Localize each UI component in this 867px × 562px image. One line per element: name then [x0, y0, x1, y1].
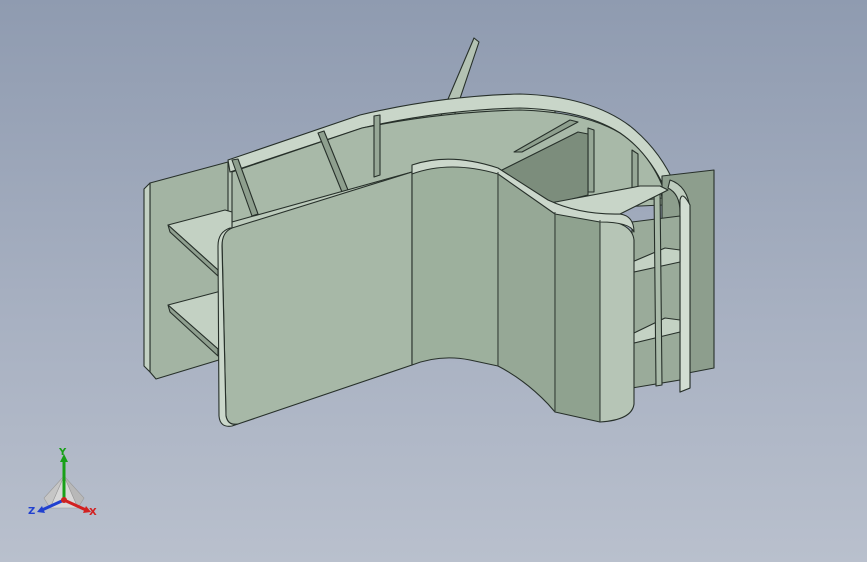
curve-face-3 [554, 211, 601, 423]
curve-face-1 [411, 163, 499, 367]
curve-face-4 [599, 219, 635, 423]
left-back-plate-edge [143, 182, 151, 373]
rib-3 [373, 114, 381, 178]
axis-x-label: X [89, 507, 97, 518]
graphics-viewport[interactable]: Y X Z [0, 0, 867, 562]
part-model[interactable] [0, 0, 867, 562]
rib-6 [631, 149, 639, 191]
right-rib [653, 186, 663, 387]
axis-y-label: Y [59, 447, 67, 458]
axis-z-label: Z [28, 506, 36, 517]
rib-5 [587, 127, 595, 193]
right-flange-face [679, 195, 691, 393]
view-triad[interactable]: Y X Z [28, 448, 104, 524]
